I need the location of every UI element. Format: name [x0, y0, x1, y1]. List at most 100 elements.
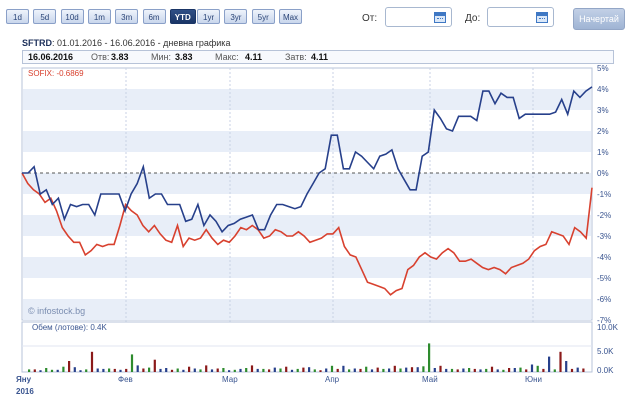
volume-bar: [90, 351, 94, 372]
volume-bar: [256, 368, 259, 372]
price-chart: 5%4%3%2%1%0%-1%-2%-3%-4%-5%-6%-7%SOFIX: …: [16, 64, 619, 396]
volume-bar: [576, 367, 579, 372]
volume-bar: [62, 366, 65, 372]
volume-bar: [336, 368, 339, 372]
volume-bar: [359, 368, 362, 372]
grid-band: [23, 299, 591, 320]
volume-bar: [485, 368, 488, 372]
volume-bar: [45, 368, 48, 372]
volume-bar: [308, 367, 311, 372]
y-tick-label: -3%: [597, 232, 611, 241]
volume-bar: [319, 370, 322, 372]
volume-bar: [199, 369, 202, 372]
y-tick-label: 1%: [597, 148, 609, 157]
volume-bar: [399, 368, 402, 372]
volume-bar: [176, 368, 179, 372]
volume-bar: [393, 365, 396, 372]
volume-bar: [410, 367, 414, 372]
volume-bar: [188, 366, 191, 372]
x-tick-label: Яну: [16, 375, 32, 384]
x-tick-label: Апр: [325, 375, 340, 384]
volume-bar: [479, 369, 482, 372]
volume-bar: [433, 368, 436, 372]
volume-pane: [21, 321, 593, 373]
volume-bar: [205, 365, 208, 372]
volume-bar: [239, 368, 242, 372]
volume-bar: [136, 365, 139, 372]
volume-bar: [210, 369, 214, 372]
y-tick-label: 5%: [597, 64, 609, 73]
volume-bar: [68, 361, 71, 372]
volume-bar: [542, 368, 545, 372]
volume-bar: [108, 368, 111, 372]
volume-bar: [496, 369, 499, 372]
volume-bar: [445, 368, 448, 372]
volume-bar: [565, 361, 568, 372]
volume-bar: [513, 368, 516, 372]
volume-bar: [28, 369, 31, 372]
volume-bar: [468, 368, 471, 372]
volume-bar: [142, 368, 145, 372]
volume-bar: [508, 368, 511, 372]
volume-bar: [416, 367, 419, 372]
volume-bar: [130, 354, 134, 372]
y-tick-label: -1%: [597, 190, 611, 199]
volume-bar: [250, 365, 254, 372]
volume-bar: [79, 370, 82, 372]
volume-bar: [388, 368, 391, 372]
volume-bar: [193, 368, 196, 372]
volume-bar: [296, 368, 299, 372]
y-tick-label: -4%: [597, 253, 611, 262]
volume-bar: [102, 368, 105, 372]
volume-bar: [170, 369, 174, 372]
volume-bar: [165, 368, 168, 372]
volume-bar: [473, 368, 476, 372]
volume-bar: [182, 369, 185, 372]
volume-bar: [536, 365, 539, 372]
volume-tick-label: 0.0K: [597, 366, 614, 375]
volume-bar: [85, 369, 88, 372]
volume-bar: [33, 369, 36, 372]
volume-bar: [159, 368, 162, 372]
volume-bar: [376, 367, 379, 372]
y-tick-label: 0%: [597, 169, 609, 178]
volume-bar: [525, 369, 528, 372]
volume-bar: [125, 368, 128, 372]
volume-bar: [405, 367, 408, 372]
volume-bar: [290, 369, 294, 372]
volume-tick-label: 10.0K: [597, 323, 619, 332]
volume-bar: [456, 369, 459, 372]
volume-bar: [490, 366, 494, 372]
volume-bar: [582, 368, 585, 372]
volume-bar: [570, 368, 574, 372]
volume-bar: [502, 369, 505, 372]
volume-bar: [285, 366, 288, 372]
sofix-label: SOFIX: -0.6869: [28, 69, 84, 78]
volume-bar: [56, 369, 59, 372]
volume-bar: [50, 369, 54, 372]
y-tick-label: 2%: [597, 127, 609, 136]
grid-band: [23, 131, 591, 152]
y-tick-label: 3%: [597, 106, 609, 115]
grid-band: [23, 215, 591, 236]
watermark: © infostock.bg: [28, 306, 85, 316]
volume-bar: [96, 368, 99, 372]
volume-bar: [325, 368, 328, 372]
x-tick-label: 2016: [16, 387, 34, 396]
volume-bar: [245, 368, 248, 372]
grid-band: [23, 89, 591, 110]
volume-bar: [148, 367, 151, 372]
volume-bar: [353, 368, 356, 372]
volume-bar: [559, 351, 562, 372]
volume-bar: [279, 368, 282, 372]
volume-bar: [342, 365, 345, 372]
grid-band: [23, 173, 591, 194]
volume-bar: [330, 365, 334, 372]
volume-bar: [222, 368, 225, 372]
volume-bar: [119, 369, 122, 372]
x-tick-label: Фев: [118, 375, 133, 384]
y-tick-label: 4%: [597, 85, 609, 94]
volume-bar: [233, 369, 236, 372]
volume-bar: [273, 367, 276, 372]
volume-bar: [268, 369, 271, 372]
